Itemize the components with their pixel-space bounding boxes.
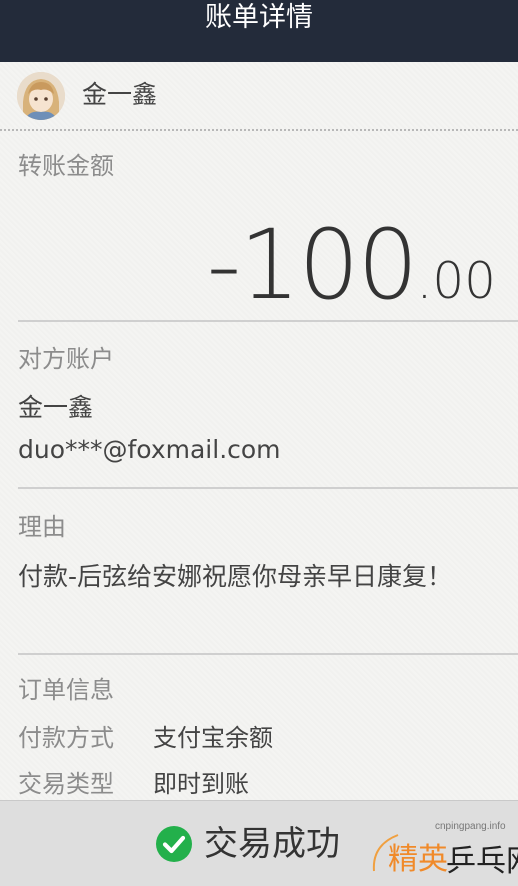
page-title: 账单详情 xyxy=(205,2,313,33)
title-bar: 账单详情 xyxy=(0,0,518,62)
reason-text: 付款-后弦给安娜祝愿你母亲早日康复！ xyxy=(18,562,453,591)
status-footer: 交易成功 精英 乒乓网 cnpingpang.info xyxy=(0,800,518,886)
transaction-type-value: 即时到账 xyxy=(153,770,249,798)
amount-value: -100.00 xyxy=(207,210,496,348)
order-info-label: 订单信息 xyxy=(18,676,114,704)
svg-text:精英: 精英 xyxy=(388,842,448,877)
divider xyxy=(18,653,518,655)
reason-label: 理由 xyxy=(18,513,66,541)
check-circle-icon xyxy=(156,826,192,862)
divider xyxy=(18,487,518,489)
counterparty-name: 金一鑫 xyxy=(18,393,94,422)
bill-detail-content[interactable]: 金一鑫 转账金额 -100.00 对方账户 金一鑫 duo***@foxmail… xyxy=(0,62,518,800)
transaction-status: 交易成功 xyxy=(156,824,340,864)
watermark-url: cnpingpang.info xyxy=(435,821,506,832)
amount-main: -100 xyxy=(206,209,419,321)
divider xyxy=(18,320,518,322)
counterparty-account[interactable]: duo***@foxmail.com xyxy=(18,433,281,467)
amount-label: 转账金额 xyxy=(18,152,114,180)
status-text: 交易成功 xyxy=(204,824,340,864)
counterparty-label: 对方账户 xyxy=(18,345,114,373)
divider xyxy=(0,129,518,131)
avatar-image xyxy=(17,72,65,120)
amount-cents: .00 xyxy=(416,252,496,310)
transaction-type-key: 交易类型 xyxy=(18,770,114,798)
avatar[interactable] xyxy=(17,72,65,120)
payment-method-value: 支付宝余额 xyxy=(153,724,273,752)
payment-method-key: 付款方式 xyxy=(18,724,114,752)
user-name: 金一鑫 xyxy=(82,80,158,109)
user-row[interactable]: 金一鑫 xyxy=(0,62,518,130)
svg-text:乒乓网: 乒乓网 xyxy=(446,844,518,879)
